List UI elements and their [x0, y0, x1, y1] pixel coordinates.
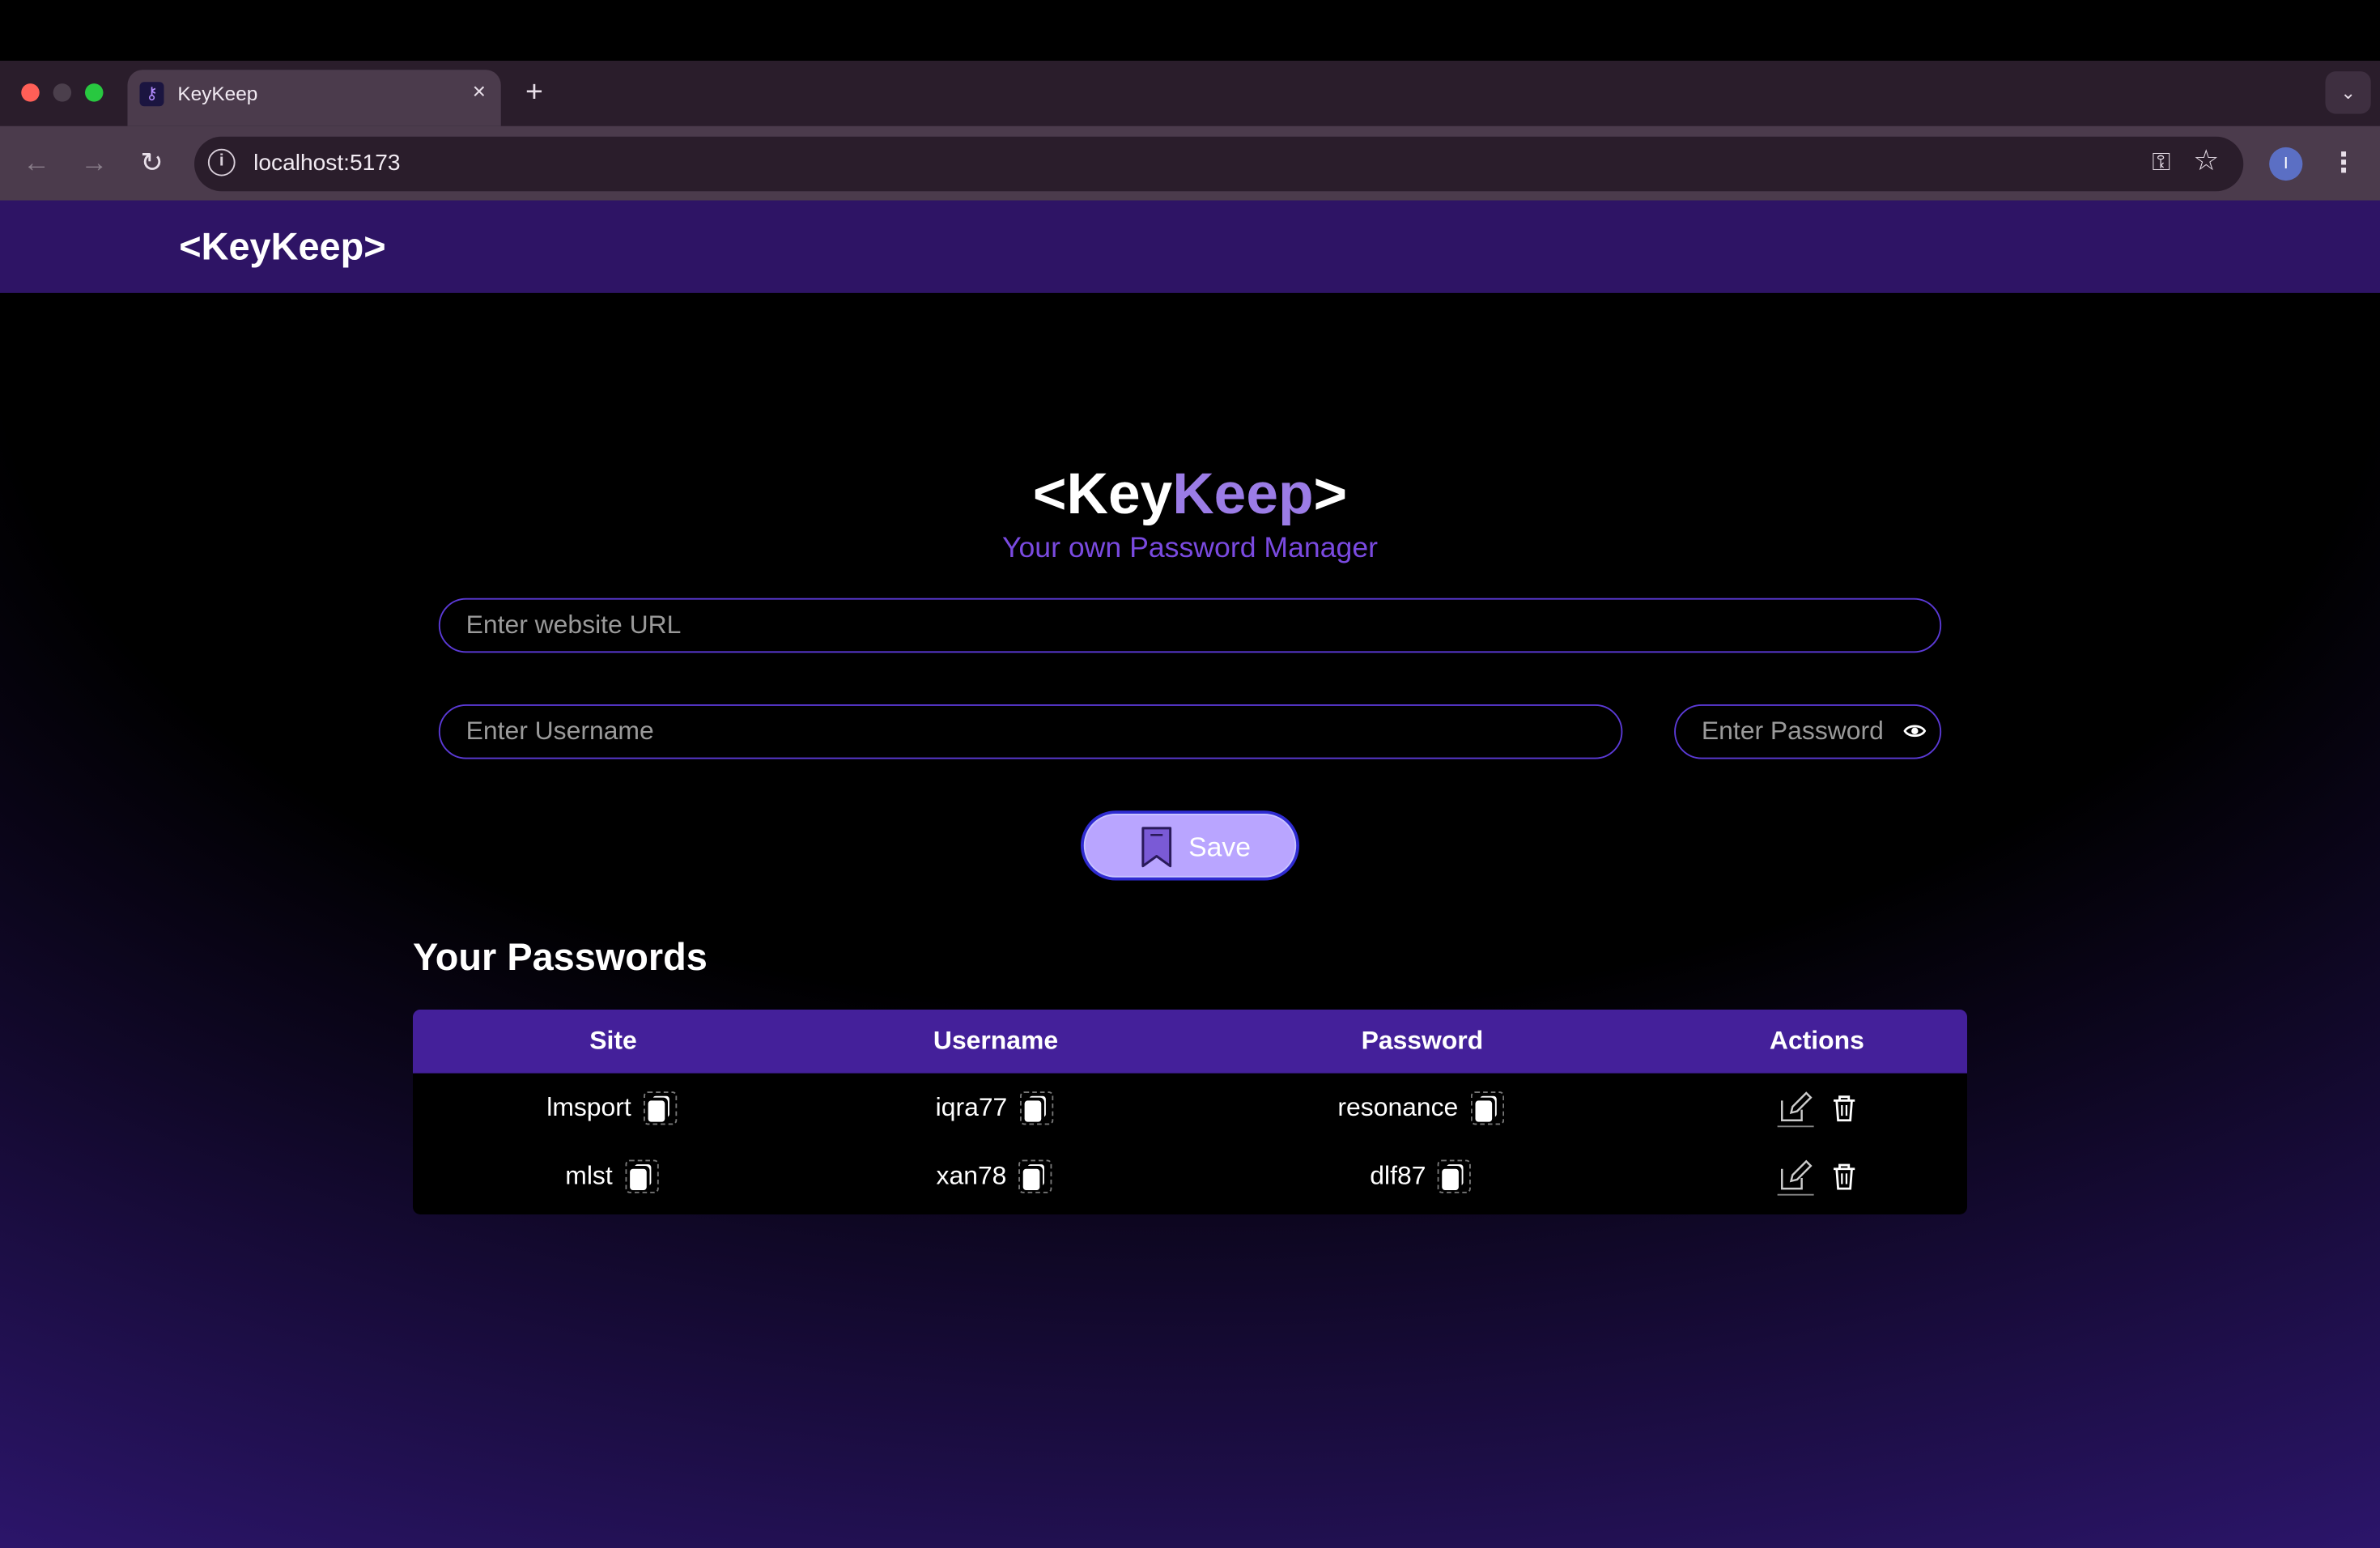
table-row: lmsport iqra77 resonance	[413, 1074, 1967, 1142]
bookmark-save-icon	[1141, 827, 1172, 868]
macos-menubar-area	[0, 0, 2380, 61]
password-value: dlf87	[1370, 1160, 1426, 1190]
tab-title: KeyKeep	[177, 82, 258, 105]
column-header-password: Password	[1361, 1026, 1484, 1056]
site-cell: lmsport	[413, 1074, 814, 1142]
password-cell: dlf87	[1178, 1142, 1667, 1210]
website-url-input[interactable]: Enter website URL	[438, 598, 1942, 653]
site-info-icon[interactable]: i	[207, 148, 236, 176]
save-label: Save	[1188, 831, 1252, 863]
reload-icon[interactable]: ↻	[134, 144, 170, 181]
window-zoom-button[interactable]	[85, 83, 104, 102]
passwords-heading: Your Passwords	[413, 936, 708, 980]
copy-icon[interactable]	[1016, 1156, 1056, 1196]
save-button[interactable]: Save	[1081, 810, 1299, 881]
edit-icon[interactable]	[1776, 1156, 1816, 1196]
password-input[interactable]: Enter Password	[1674, 704, 1942, 759]
tab-search-chevron-icon[interactable]: ⌄	[2325, 71, 2371, 114]
table-header: Site Username Password Actions	[413, 1009, 1967, 1074]
app-navbar: <KeyKeep>	[0, 200, 2380, 293]
url-text[interactable]: localhost:5173	[253, 151, 400, 178]
password-value: resonance	[1337, 1092, 1459, 1121]
password-cell: resonance	[1178, 1074, 1667, 1142]
username-cell: iqra77	[814, 1074, 1178, 1142]
hero-logo-key: <Key	[1032, 462, 1173, 527]
site-cell: mlst	[413, 1142, 814, 1210]
navbar-logo[interactable]: <KeyKeep>	[179, 225, 385, 270]
edit-icon[interactable]	[1776, 1087, 1816, 1127]
username-input[interactable]: Enter Username	[438, 704, 1623, 759]
window-minimize-button[interactable]	[53, 83, 72, 102]
bookmark-star-icon[interactable]: ☆	[2193, 147, 2219, 178]
address-bar[interactable]: i localhost:5173 ⚿ ☆	[194, 136, 2244, 192]
password-placeholder: Enter Password	[1701, 717, 1884, 746]
back-arrow-icon[interactable]: ←	[19, 144, 55, 181]
browser-tab-keykeep[interactable]: ⚷ KeyKeep ×	[127, 70, 501, 126]
column-header-site: Site	[589, 1026, 637, 1056]
site-value: mlst	[565, 1160, 613, 1190]
delete-trash-icon[interactable]	[1830, 1092, 1858, 1123]
page-viewport: <KeyKeep> <KeyKeep> Your own Password Ma…	[0, 200, 2380, 1548]
password-key-icon[interactable]: ⚿	[2152, 151, 2170, 178]
hero-logo-close: >	[1313, 462, 1348, 527]
copy-icon[interactable]	[622, 1156, 661, 1196]
column-header-username: Username	[933, 1026, 1059, 1056]
copy-icon[interactable]	[1468, 1087, 1507, 1127]
browser-menu-icon[interactable]: ⋮	[2328, 144, 2359, 181]
column-header-actions: Actions	[1769, 1026, 1864, 1056]
table-row: mlst xan78 dlf87	[413, 1142, 1967, 1210]
hero-logo-accent: Keep	[1172, 462, 1314, 527]
actions-cell	[1667, 1074, 1967, 1142]
show-password-eye-icon[interactable]	[1903, 720, 1927, 742]
copy-icon[interactable]	[1017, 1087, 1056, 1127]
hero-logo: <KeyKeep>	[0, 461, 2380, 529]
actions-cell	[1667, 1142, 1967, 1210]
copy-icon[interactable]	[1435, 1156, 1475, 1196]
profile-avatar[interactable]: I	[2269, 147, 2303, 181]
username-value: xan78	[936, 1160, 1007, 1190]
tagline: Your own Password Manager	[1001, 533, 1379, 565]
key-favicon-icon: ⚷	[139, 82, 164, 107]
screen: ⚷ KeyKeep × + ⌄ ← → ↻ i localhost:5173 ⚿…	[0, 0, 2380, 1548]
username-value: iqra77	[935, 1092, 1008, 1121]
username-cell: xan78	[814, 1142, 1178, 1210]
new-tab-button[interactable]: +	[517, 76, 550, 109]
forward-arrow-icon[interactable]: →	[76, 144, 113, 181]
site-value: lmsport	[546, 1092, 631, 1121]
window-close-button[interactable]	[21, 83, 40, 102]
copy-icon[interactable]	[640, 1087, 680, 1127]
tab-close-icon[interactable]: ×	[473, 79, 486, 107]
passwords-table: Site Username Password Actions lmsport i…	[413, 1009, 1967, 1214]
delete-trash-icon[interactable]	[1830, 1160, 1858, 1191]
